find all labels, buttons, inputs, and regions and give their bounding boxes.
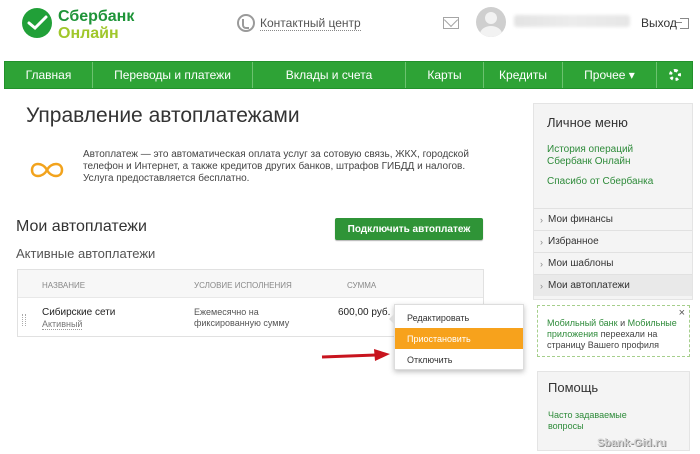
menu-item-edit[interactable]: Редактировать	[395, 307, 523, 328]
row-status: Активный	[42, 319, 83, 330]
contact-center-link[interactable]: Контактный центр	[237, 12, 361, 34]
personal-menu: Личное меню История операций Сбербанк Он…	[533, 103, 693, 300]
logo-line1: Сбербанк	[58, 8, 135, 25]
sidebar-item-autopayments[interactable]: › Мои автоплатежи	[534, 274, 692, 296]
exit-icon	[675, 17, 689, 29]
active-autopayments-heading: Активные автоплатежи	[16, 246, 156, 261]
gear-icon	[668, 69, 681, 81]
mobile-bank-link[interactable]: Мобильный банк	[547, 318, 618, 328]
sidebar-item-label: Мои автоплатежи	[548, 280, 630, 291]
menu-item-suspend[interactable]: Приостановить	[395, 328, 523, 349]
column-sum: Сумма	[347, 281, 377, 290]
sberbank-logo-icon	[22, 8, 52, 38]
nav-item-home[interactable]: Главная	[5, 62, 93, 88]
mail-icon[interactable]	[443, 17, 459, 29]
sberbank-logo[interactable]: Сбербанк Онлайн	[22, 6, 142, 42]
row-name[interactable]: Сибирские сети	[42, 307, 115, 318]
table-header: Название Условие исполнения Сумма	[18, 270, 483, 298]
operations-history-link[interactable]: История операций Сбербанк Онлайн	[547, 144, 647, 168]
nav-settings[interactable]	[657, 62, 692, 88]
sidebar-item-favorites[interactable]: › Избранное	[534, 230, 692, 252]
chevron-right-icon: ›	[540, 280, 543, 291]
operations-dropdown: Редактировать Приостановить Отключить	[389, 304, 524, 370]
nav-item-cards[interactable]: Карты	[406, 62, 484, 88]
watermark: Sbank-Gid.ru	[597, 437, 667, 449]
chevron-right-icon: ›	[540, 258, 543, 269]
column-condition: Условие исполнения	[194, 281, 292, 290]
sidebar-item-label: Мои финансы	[548, 214, 613, 225]
sidebar-item-templates[interactable]: › Мои шаблоны	[534, 252, 692, 274]
sidebar-item-label: Мои шаблоны	[548, 258, 614, 269]
sidebar-item-label: Избранное	[548, 236, 599, 247]
faq-link[interactable]: Часто задаваемые вопросы	[548, 410, 648, 432]
notice-text: Мобильный банк и Мобильные приложения пе…	[547, 318, 685, 351]
logout-link[interactable]: Выход	[641, 16, 689, 30]
chevron-right-icon: ›	[540, 236, 543, 247]
row-sum: 600,00 руб.	[338, 307, 391, 318]
menu-item-disable[interactable]: Отключить	[395, 349, 523, 370]
red-arrow-icon	[321, 349, 390, 361]
autopayment-infinity-icon	[30, 162, 64, 178]
phone-icon	[237, 14, 255, 32]
row-condition: Ежемесячно на фиксированную сумму	[194, 307, 290, 328]
page-title: Управление автоплатежами	[26, 104, 300, 127]
autopayment-description: Автоплатеж — это автоматическая оплата у…	[83, 149, 469, 184]
contact-center-label: Контактный центр	[260, 15, 361, 31]
notice-and: и	[617, 318, 628, 328]
chevron-right-icon: ›	[540, 214, 543, 225]
logo-line2: Онлайн	[58, 25, 119, 42]
logout-label: Выход	[641, 16, 677, 30]
sidebar-item-finances[interactable]: › Мои финансы	[534, 208, 692, 230]
connect-autopayment-button[interactable]: Подключить автоплатеж	[335, 218, 483, 240]
nav-item-credits[interactable]: Кредиты	[484, 62, 563, 88]
main-nav: Главная Переводы и платежи Вклады и счет…	[4, 61, 693, 89]
nav-item-deposits[interactable]: Вклады и счета	[253, 62, 406, 88]
my-autopayments-heading: Мои автоплатежи	[16, 218, 147, 235]
avatar[interactable]	[476, 7, 506, 37]
mobile-bank-notice: × Мобильный банк и Мобильные приложения …	[537, 305, 690, 357]
username-blurred[interactable]	[514, 15, 630, 27]
column-name: Название	[42, 281, 86, 290]
personal-menu-title: Личное меню	[547, 115, 628, 130]
nav-item-other[interactable]: Прочее ▾	[563, 62, 657, 88]
help-title: Помощь	[548, 380, 599, 395]
nav-item-transfers[interactable]: Переводы и платежи	[93, 62, 253, 88]
drag-handle-icon[interactable]	[22, 314, 26, 326]
spasibo-link[interactable]: Спасибо от Сбербанка	[547, 176, 653, 188]
